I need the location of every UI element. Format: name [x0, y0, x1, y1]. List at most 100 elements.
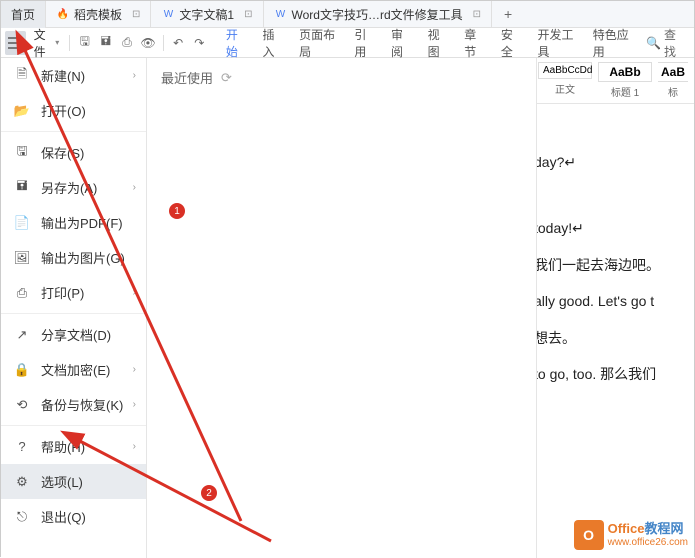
- item-label: 备份与恢复(K): [41, 395, 123, 414]
- share-icon: ↗: [13, 326, 31, 344]
- menu-backup[interactable]: ⟲ 备份与恢复(K) ›: [1, 387, 146, 422]
- item-label: 新建(N): [41, 66, 85, 85]
- menu-bar: 开始 插入 页面布局 引用 审阅 视图 章节 安全 开发工具 特色应用: [218, 28, 638, 58]
- preview-icon[interactable]: 👁: [140, 33, 157, 53]
- file-label: 文件: [34, 26, 54, 60]
- menu-dev[interactable]: 开发工具: [530, 28, 583, 58]
- menu-exportimg[interactable]: 🖼输出为图片(G): [1, 240, 146, 275]
- item-label: 另存为(A): [41, 178, 97, 197]
- tab-doc1[interactable]: W 文字文稿1 ⊡: [151, 1, 263, 28]
- print-icon[interactable]: ⎙: [118, 33, 135, 53]
- doc-line: to go, too. 那么我们: [534, 356, 694, 392]
- close-icon[interactable]: ⊡: [244, 9, 252, 20]
- separator: [1, 131, 146, 132]
- gear-icon: ⚙: [13, 473, 31, 491]
- separator: [69, 35, 70, 51]
- menu-exit[interactable]: ⎋ 退出(Q): [1, 499, 146, 534]
- item-label: 保存(S): [41, 143, 84, 162]
- style-label: 标: [668, 84, 678, 99]
- chevron-right-icon: ›: [133, 441, 136, 452]
- save2-icon[interactable]: 🖬: [97, 33, 114, 53]
- menu-security[interactable]: 安全: [493, 28, 528, 58]
- word-icon: W: [274, 7, 288, 21]
- recent-panel: 最近使用 ⟳: [147, 58, 537, 558]
- chevron-right-icon: ›: [133, 287, 136, 298]
- style-label: 正文: [555, 81, 575, 96]
- style-gallery: AaBbCcDd 正文 AaBb 标题 1 AaB 标: [534, 58, 694, 104]
- close-icon[interactable]: ⊡: [132, 9, 140, 20]
- doc-line: ally good. Let's go t: [534, 283, 694, 319]
- tab-label: 首页: [11, 6, 35, 23]
- word-icon: W: [161, 7, 175, 21]
- menu-saveas[interactable]: 🖬另存为(A)›: [1, 170, 146, 205]
- menu-chapter[interactable]: 章节: [456, 28, 491, 58]
- tab-bar: 首页 🔥 稻壳模板 ⊡ W 文字文稿1 ⊡ W Word文字技巧…rd文件修复工…: [1, 1, 694, 28]
- doc-line: today!↵: [534, 210, 694, 246]
- style-heading1[interactable]: AaBb: [598, 62, 652, 82]
- tab-doc2[interactable]: W Word文字技巧…rd文件修复工具 ⊡: [264, 1, 493, 28]
- doc-line: 想去。: [534, 320, 694, 356]
- watermark-logo: O: [574, 520, 604, 550]
- item-label: 选项(L): [41, 472, 83, 491]
- callout-badge-1: 1: [169, 203, 185, 219]
- style-normal[interactable]: AaBbCcDd: [538, 62, 592, 79]
- print-icon: ⎙: [13, 284, 31, 302]
- file-button[interactable]: 文件▾: [28, 31, 66, 55]
- style-heading2[interactable]: AaB: [658, 62, 688, 82]
- tab-label: 文字文稿1: [179, 6, 234, 23]
- exit-icon: ⎋: [13, 508, 31, 526]
- undo-icon[interactable]: ↶: [170, 33, 187, 53]
- tab-template[interactable]: 🔥 稻壳模板 ⊡: [46, 1, 151, 28]
- file-menu-panel: 🗎新建(N)› 📂 打开(O) 🖫 保存(S) 🖬 另存为(A) › 📄输出为PDF(F…: [1, 58, 147, 558]
- backup-icon: ⟲: [13, 396, 31, 414]
- separator: [1, 425, 146, 426]
- tab-home[interactable]: 首页: [1, 1, 46, 28]
- close-icon[interactable]: ⊡: [473, 9, 481, 20]
- menu-encrypt[interactable]: 🔒文档加密(E)›: [1, 352, 146, 387]
- menu-ref[interactable]: 引用: [346, 28, 381, 58]
- menu-new[interactable]: 🗎新建(N)›: [1, 58, 146, 93]
- doc-line: day?↵: [534, 144, 694, 180]
- save-icon: 🖫: [13, 144, 31, 162]
- hamburger-button[interactable]: [5, 31, 26, 55]
- redo-icon[interactable]: ↷: [191, 33, 208, 53]
- menu-help[interactable]: ? 帮助(H) ›: [1, 429, 146, 464]
- search-label: 查找: [664, 26, 682, 60]
- saveas-icon: 🖬: [13, 179, 31, 197]
- menu-open[interactable]: 📂 打开(O): [1, 93, 146, 128]
- menu-review[interactable]: 审阅: [383, 28, 418, 58]
- toolbar: 文件▾ 🖫 🖬 ⎙ 👁 ↶ ↷ 开始 插入 页面布局 引用 审阅 视图 章节 安…: [1, 28, 694, 58]
- item-label: 打印(P): [41, 283, 84, 302]
- item-label: 打开(O): [41, 101, 86, 120]
- item-label: 输出为图片(G): [41, 248, 125, 267]
- recent-header: 最近使用 ⟳: [147, 58, 536, 97]
- content-area: AaBbCcDd 正文 AaBb 标题 1 AaB 标 day?↵ today!…: [534, 58, 694, 558]
- chevron-right-icon: ›: [133, 399, 136, 410]
- menu-save[interactable]: 🖫 保存(S): [1, 135, 146, 170]
- fire-icon: 🔥: [56, 7, 70, 21]
- style-label: 标题 1: [611, 84, 639, 99]
- refresh-icon[interactable]: ⟳: [221, 70, 232, 86]
- menu-print[interactable]: ⎙ 打印(P) ›: [1, 275, 146, 310]
- menu-layout[interactable]: 页面布局: [291, 28, 344, 58]
- menu-start[interactable]: 开始: [218, 28, 253, 58]
- lock-icon: 🔒: [13, 361, 31, 379]
- save-icon[interactable]: 🖫: [76, 33, 93, 53]
- folder-icon: 📂: [13, 102, 31, 120]
- new-tab-button[interactable]: +: [492, 6, 524, 22]
- menu-share[interactable]: ↗分享文档(D): [1, 317, 146, 352]
- item-label: 退出(Q): [41, 507, 86, 526]
- menu-insert[interactable]: 插入: [255, 28, 290, 58]
- help-icon: ?: [13, 438, 31, 456]
- menu-options[interactable]: ⚙ 选项(L): [1, 464, 146, 499]
- watermark-url: www.office26.com: [608, 537, 688, 548]
- menu-special[interactable]: 特色应用: [585, 28, 638, 58]
- tab-label: Word文字技巧…rd文件修复工具: [292, 6, 463, 23]
- menu-view[interactable]: 视图: [420, 28, 455, 58]
- callout-badge-2: 2: [201, 485, 217, 501]
- menu-exportpdf[interactable]: 📄输出为PDF(F): [1, 205, 146, 240]
- item-label: 帮助(H): [41, 437, 85, 456]
- watermark: O Office教程网 www.office26.com: [574, 520, 688, 550]
- doc-line: 我们一起去海边吧。: [534, 247, 694, 283]
- search-box[interactable]: 🔍 查找: [638, 26, 690, 60]
